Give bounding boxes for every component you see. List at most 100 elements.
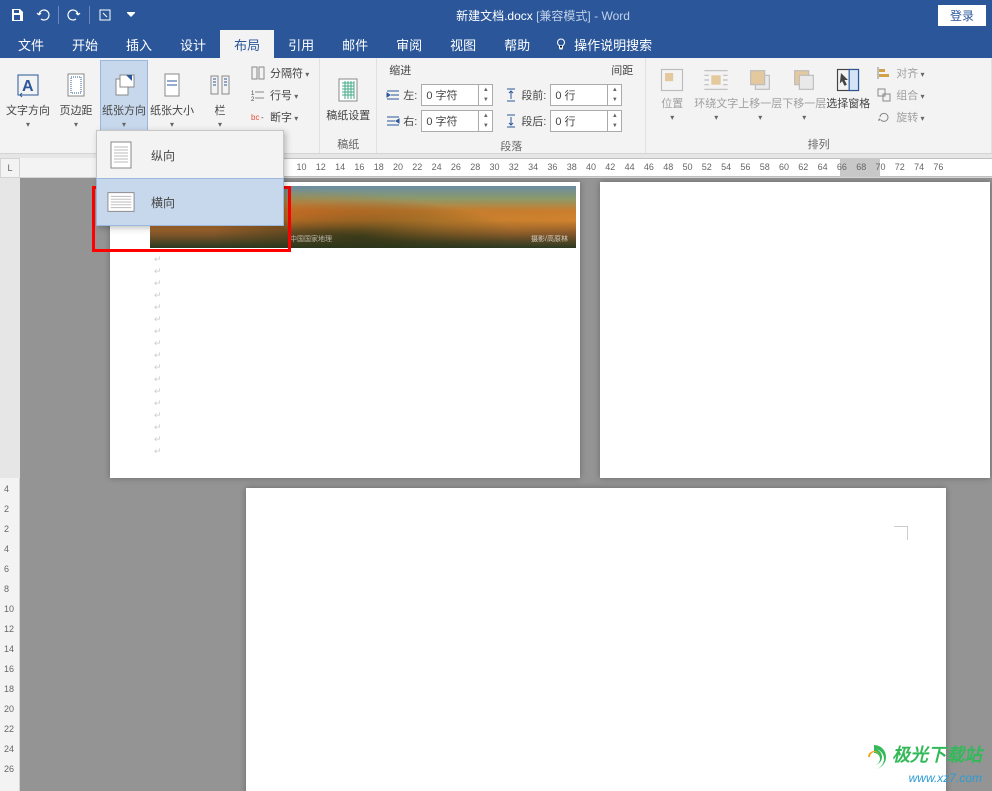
orientation-landscape-item[interactable]: 横向 [96,178,284,226]
ruler-mark: 68 [856,162,866,172]
logo-brand: 极光下载站 [892,745,982,765]
wrap-text-icon [702,66,730,94]
chevron-down-icon: ▾ [918,92,924,101]
breaks-icon [251,66,265,80]
orientation-button[interactable]: 纸张方向 ▾ [100,60,148,134]
ruler-mark: 18 [374,162,384,172]
spacing-after-spinner[interactable]: ▲▼ [608,110,622,132]
save-button[interactable] [4,2,30,28]
ruler-mark: 66 [837,162,847,172]
chevron-down-icon: ▾ [802,113,806,123]
ruler-mark: 52 [702,162,712,172]
touch-mode-button[interactable] [92,2,118,28]
spacing-before-spinner[interactable]: ▲▼ [608,84,622,106]
chevron-down-icon: ▾ [918,70,924,79]
orientation-portrait-item[interactable]: 纵向 [97,131,283,179]
ruler-mark: 16 [4,664,14,674]
ruler-mark: 4 [4,544,9,554]
spin-down[interactable]: ▼ [479,121,492,131]
tab-view[interactable]: 视图 [436,30,490,58]
spin-down[interactable]: ▼ [608,95,621,105]
indent-right-spinner[interactable]: ▲▼ [479,110,493,132]
group-paragraph: 缩进 间距 左: ▲▼ 段前: ▲▼ 右: ▲▼ 段后 [377,58,646,153]
ruler-mark: 2 [4,524,9,534]
manuscript-button[interactable]: 稿纸设置 [324,60,372,134]
chevron-down-icon: ▾ [918,114,924,123]
ruler-mark: 10 [297,162,307,172]
tell-me-search[interactable]: 操作说明搜索 [544,30,662,58]
svg-text:2: 2 [251,97,255,102]
document-page [246,488,946,791]
redo-button[interactable] [61,2,87,28]
ruler-mark: 22 [4,724,14,734]
undo-button[interactable] [30,2,56,28]
tab-review[interactable]: 审阅 [382,30,436,58]
ruler-mark: 30 [490,162,500,172]
spin-up[interactable]: ▲ [479,85,492,95]
ruler-mark: 58 [760,162,770,172]
document-area[interactable]: 摄影/高原林 中国国家地理 ↵↵↵↵↵↵↵↵↵↵↵↵↵↵↵↵↵ [20,178,992,791]
svg-text:A: A [22,78,34,95]
indent-left-spinner[interactable]: ▲▼ [479,84,493,106]
watermark-logo: 极光下载站 www.xz7.com [860,741,982,785]
tab-help[interactable]: 帮助 [490,30,544,58]
ruler-mark: 12 [316,162,326,172]
selection-pane-button[interactable]: 选择窗格 [826,60,870,134]
ruler-mark: 38 [567,162,577,172]
position-button: 位置 ▾ [650,60,694,134]
tab-mailings[interactable]: 邮件 [328,30,382,58]
spin-up[interactable]: ▲ [479,111,492,121]
chevron-down-icon: ▾ [303,70,309,79]
bring-forward-label: 上移一层 [738,98,782,111]
indent-right-input[interactable] [421,110,479,132]
wrap-text-button: 环绕文字 ▾ [694,60,738,134]
ruler-mark: 44 [625,162,635,172]
spin-up[interactable]: ▲ [608,85,621,95]
qat-customize-button[interactable] [118,2,144,28]
logo-swoosh-icon [860,743,888,771]
margins-icon [62,71,90,99]
position-label: 位置 [661,98,683,111]
ruler-mark: 76 [933,162,943,172]
tab-layout[interactable]: 布局 [220,30,274,58]
svg-text:bc: bc [251,113,259,122]
save-icon [10,8,24,22]
spacing-after-input[interactable] [550,110,608,132]
text-direction-button[interactable]: A 文字方向 ▾ [4,60,52,134]
tab-references[interactable]: 引用 [274,30,328,58]
indent-left-input[interactable] [421,84,479,106]
spin-down[interactable]: ▼ [479,95,492,105]
tab-design[interactable]: 设计 [166,30,220,58]
orientation-icon [110,71,138,99]
spacing-before-label: 段前: [521,87,546,103]
ruler-mark: 10 [4,604,14,614]
line-numbers-button[interactable]: 12 行号 ▾ [244,84,315,106]
chevron-down-icon: ▾ [670,113,674,123]
vertical-ruler[interactable]: 422468101214161820222426 [0,478,20,791]
margins-button[interactable]: 页边距 ▾ [52,60,100,134]
size-button[interactable]: 纸张大小 ▾ [148,60,196,134]
chevron-down-icon [127,11,135,19]
ruler-mark: 74 [914,162,924,172]
ruler-mark: 24 [4,744,14,754]
spin-down[interactable]: ▼ [608,121,621,131]
login-button[interactable]: 登录 [938,5,986,26]
tab-insert[interactable]: 插入 [112,30,166,58]
columns-button[interactable]: 栏 ▾ [196,60,244,134]
orientation-dropdown: 纵向 横向 [96,130,284,226]
hyphenation-button[interactable]: bc- 断字 ▾ [244,106,315,128]
lightbulb-icon [554,37,568,51]
spacing-header: 间距 [611,62,633,78]
tab-home[interactable]: 开始 [58,30,112,58]
ruler-mark: 16 [354,162,364,172]
image-watermark: 摄影/高原林 [531,234,568,244]
spacing-before-input[interactable] [550,84,608,106]
ruler-mark: 48 [663,162,673,172]
breaks-button[interactable]: 分隔符 ▾ [244,62,315,84]
ruler-mark: 34 [528,162,538,172]
tab-file[interactable]: 文件 [4,30,58,58]
page-corner-mark [894,526,908,540]
indent-header: 缩进 [389,62,411,78]
spin-up[interactable]: ▲ [608,111,621,121]
arrange-group-label: 排列 [650,134,987,155]
